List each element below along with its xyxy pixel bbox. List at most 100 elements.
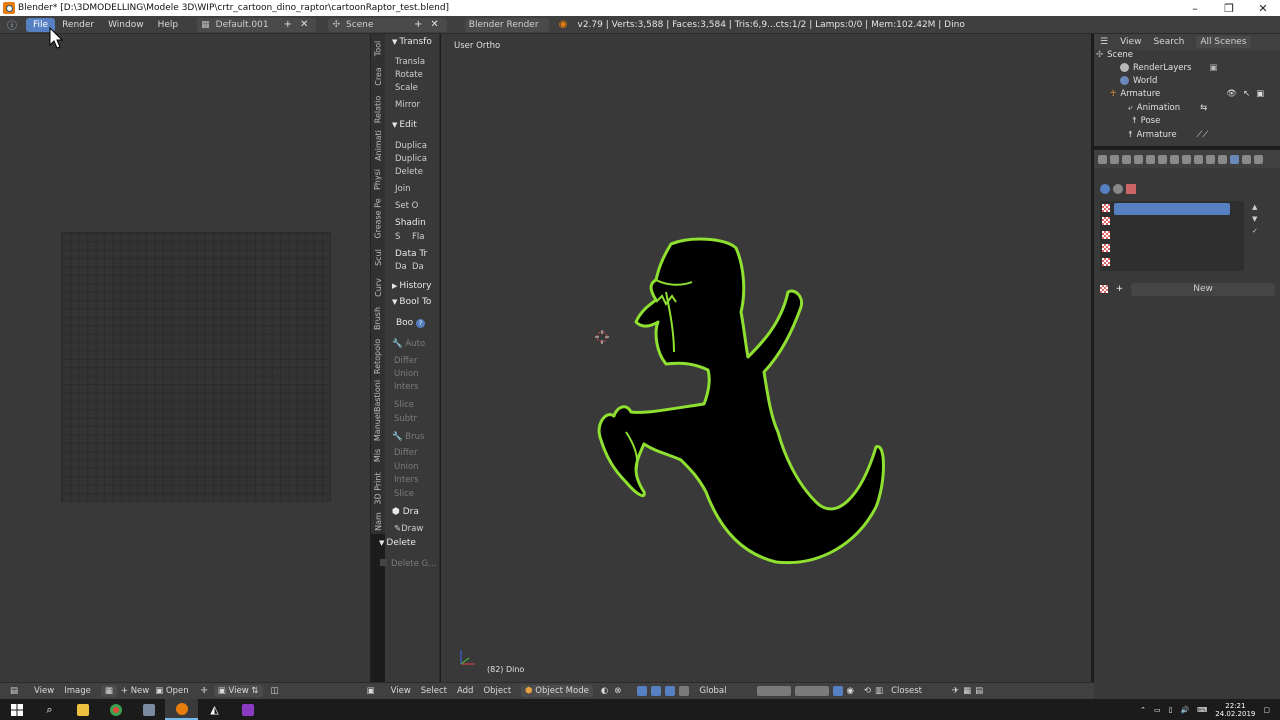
- tray-expand-icon[interactable]: ⌃: [1140, 706, 1146, 714]
- add-texture-icon[interactable]: +: [1116, 284, 1124, 294]
- join-button[interactable]: Join: [395, 184, 410, 194]
- checkbox-icon[interactable]: [380, 559, 387, 566]
- duplicate-linked-button[interactable]: Duplica: [395, 154, 427, 164]
- tab-animation[interactable]: Animati: [371, 128, 385, 162]
- select-cursor-icon[interactable]: ↖: [1243, 89, 1250, 99]
- constraints-tab-icon[interactable]: [1170, 154, 1179, 164]
- open-image-button[interactable]: ▣ Open: [155, 686, 188, 696]
- draw-button[interactable]: ✎Draw: [394, 524, 423, 534]
- volume-icon[interactable]: 🔊: [1180, 706, 1189, 714]
- lock-layers-icon[interactable]: [832, 686, 843, 696]
- visibility-eye-icon[interactable]: 👁: [1226, 89, 1237, 99]
- outliner-row-armature[interactable]: ☥ Armature 👁 ↖ ▣: [1110, 87, 1264, 100]
- rotate-button[interactable]: Rotate: [395, 70, 423, 80]
- uv-image-menu[interactable]: Image: [64, 686, 91, 696]
- snapshot-icon[interactable]: ▤: [975, 686, 983, 696]
- shade-flat-button[interactable]: Fla: [412, 232, 424, 242]
- language-icon[interactable]: ⌨: [1197, 706, 1207, 714]
- new-image-button[interactable]: + New: [121, 686, 149, 696]
- texture-slot-icon[interactable]: [1102, 217, 1110, 225]
- pivot-point-icon[interactable]: ⊗: [614, 686, 621, 696]
- transform-orientation-dropdown[interactable]: Global: [699, 686, 726, 696]
- selected-texture-slot[interactable]: [1114, 203, 1230, 215]
- menu-window[interactable]: Window: [101, 18, 151, 32]
- battery-icon[interactable]: ▯: [1169, 706, 1173, 714]
- manipulator-toggle-icon[interactable]: [637, 686, 648, 696]
- data-layout-button[interactable]: Da: [412, 262, 424, 272]
- mirror-button[interactable]: Mirror: [395, 100, 420, 110]
- search-icon[interactable]: ⌕: [33, 699, 66, 720]
- system-clock[interactable]: 22:21 24.02.2019: [1215, 702, 1255, 718]
- image-editor-type-icon[interactable]: ▤: [10, 686, 18, 696]
- snap-toggle-icon[interactable]: ⟲: [864, 686, 871, 696]
- brush-texture-icon[interactable]: [1126, 184, 1136, 194]
- modifiers-tab-icon[interactable]: [1182, 154, 1191, 164]
- outliner-search-menu[interactable]: Search: [1153, 37, 1184, 47]
- outliner-row-armature-data[interactable]: ☨ Armature ⟋⟋: [1128, 128, 1208, 141]
- scene-selector[interactable]: ✣ Scene + ✕: [328, 17, 447, 32]
- outliner-row-animation[interactable]: ⤶ Animation ⇆: [1128, 101, 1207, 114]
- select-menu[interactable]: Select: [421, 686, 447, 696]
- opengl-anim-icon[interactable]: ▦: [963, 686, 971, 696]
- screen-layout-name[interactable]: Default.001: [210, 20, 280, 30]
- texture-slot-icon[interactable]: [1102, 204, 1110, 212]
- outliner-row-renderlayers[interactable]: RenderLayers ▣: [1120, 61, 1217, 74]
- unity-icon[interactable]: ◭: [198, 699, 231, 720]
- add-menu[interactable]: Add: [457, 686, 473, 696]
- tab-name[interactable]: Nam: [371, 510, 385, 532]
- pin-icon[interactable]: ✛: [201, 686, 208, 696]
- opengl-render-icon[interactable]: ✈: [952, 686, 959, 696]
- shade-smooth-button[interactable]: S: [395, 232, 400, 242]
- material-tab-icon[interactable]: [1218, 154, 1227, 164]
- texture-slot-icon[interactable]: [1102, 231, 1110, 239]
- proportional-edit-icon[interactable]: ◉: [847, 686, 854, 696]
- uv-view-menu[interactable]: View: [34, 686, 54, 696]
- render-engine-dropdown[interactable]: Blender Render: [464, 17, 549, 32]
- tab-physics[interactable]: Physi: [371, 164, 385, 194]
- pivot-icon[interactable]: ◫: [271, 686, 279, 696]
- tab-brush[interactable]: Brush: [371, 302, 385, 334]
- render-tab-icon[interactable]: [1110, 154, 1119, 164]
- close-window-button[interactable]: ✕: [1246, 0, 1280, 16]
- set-origin-dropdown[interactable]: Set O: [395, 201, 418, 211]
- add-layout-button[interactable]: +: [280, 19, 296, 30]
- edit-panel-header[interactable]: ▼ Edit: [392, 120, 417, 130]
- booltool-panel-header[interactable]: ▼ Bool To: [392, 297, 431, 307]
- layer-buttons-icon[interactable]: [756, 686, 791, 696]
- notifications-icon[interactable]: ▢: [1263, 706, 1270, 714]
- remove-scene-button[interactable]: ✕: [426, 19, 442, 30]
- auto-subtract-button[interactable]: Subtr: [394, 414, 417, 424]
- rotate-manipulator-icon[interactable]: [665, 686, 676, 696]
- physics-tab-icon[interactable]: [1254, 154, 1263, 164]
- screen-layout-selector[interactable]: ▦ Default.001 + ✕: [197, 17, 317, 32]
- tab-tools[interactable]: Tool: [371, 36, 385, 60]
- shading-mode-icon[interactable]: ◐: [601, 686, 608, 696]
- dino-silhouette[interactable]: [597, 237, 885, 565]
- brush-difference-button[interactable]: Differ: [394, 448, 418, 458]
- tab-grease-pencil[interactable]: Grease Pe: [371, 196, 385, 240]
- layer-buttons-icon[interactable]: [794, 686, 829, 696]
- material-texture-icon[interactable]: [1113, 184, 1123, 194]
- scale-button[interactable]: Scale: [395, 83, 418, 93]
- slot-move-controls[interactable]: ▲ ▼ ✓: [1252, 201, 1258, 237]
- world-tab-icon[interactable]: [1146, 154, 1155, 164]
- interaction-mode-dropdown[interactable]: ⬢ Object Mode: [521, 685, 593, 697]
- duplicate-button[interactable]: Duplica: [395, 141, 427, 151]
- purple-app-icon[interactable]: [231, 699, 264, 720]
- outliner-row-scene[interactable]: ✣ Scene: [1096, 50, 1133, 61]
- delete-grease-button[interactable]: Delete G...: [380, 559, 436, 569]
- data-tab-icon[interactable]: [1194, 154, 1203, 164]
- tab-create[interactable]: Crea: [371, 62, 385, 90]
- chrome-icon[interactable]: [99, 699, 132, 720]
- menu-help[interactable]: Help: [151, 18, 186, 32]
- new-texture-button[interactable]: New: [1131, 282, 1275, 296]
- render-layers-tab-icon[interactable]: [1122, 154, 1131, 164]
- transform-panel-header[interactable]: ▼ Transfo: [392, 37, 432, 47]
- tab-retopology[interactable]: Retopolo: [371, 336, 385, 376]
- texture-slot-list[interactable]: [1100, 201, 1244, 271]
- remove-layout-button[interactable]: ✕: [296, 19, 312, 30]
- snap-element-icon[interactable]: ▥: [875, 686, 883, 696]
- history-panel-header[interactable]: ▶ History: [392, 281, 431, 291]
- world-texture-icon[interactable]: [1100, 184, 1110, 194]
- texture-tab-icon[interactable]: [1230, 154, 1239, 164]
